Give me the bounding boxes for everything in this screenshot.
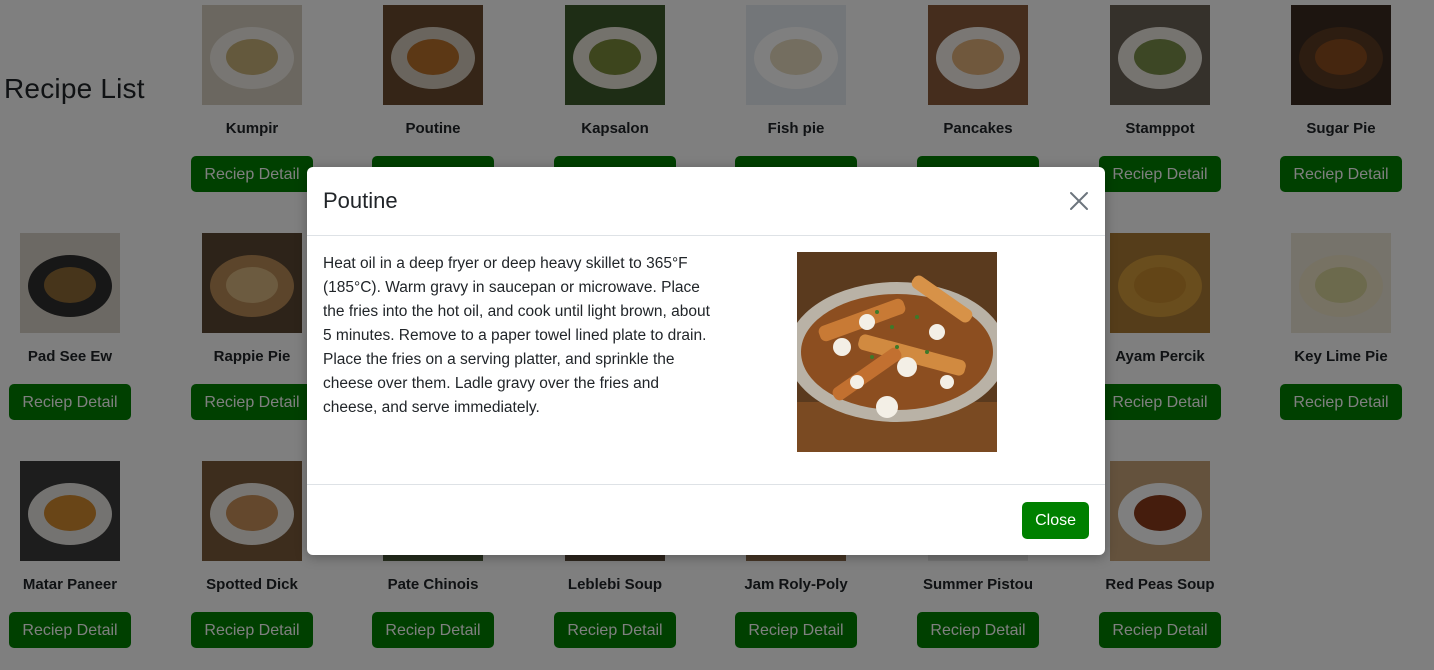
recipe-instructions: Heat oil in a deep fryer or deep heavy s… [323,255,710,416]
modal-title: Poutine [323,188,398,213]
modal-header: Poutine [307,167,1105,236]
close-button[interactable]: Close [1022,502,1089,539]
close-icon[interactable] [1067,189,1091,213]
recipe-detail-modal: Poutine Heat oil in a deep fryer or deep… [307,167,1105,555]
recipe-photo [797,252,997,452]
modal-footer: Close [307,485,1105,555]
modal-body: Heat oil in a deep fryer or deep heavy s… [307,236,1105,485]
